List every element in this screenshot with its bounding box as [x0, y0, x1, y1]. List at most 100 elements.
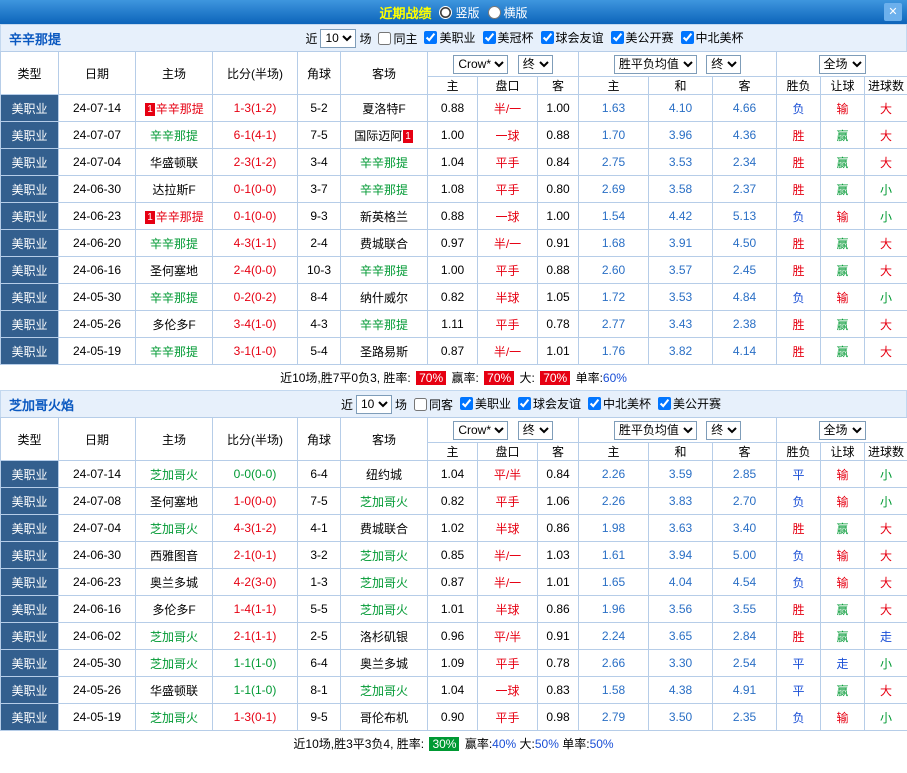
- recent-count-select[interactable]: 10: [320, 29, 356, 48]
- team-link[interactable]: 辛辛那提: [150, 237, 198, 251]
- handicap-cell: 半/一: [478, 542, 538, 569]
- league-checkbox[interactable]: 美公开赛: [611, 29, 674, 46]
- team-link[interactable]: 芝加哥火: [360, 684, 408, 698]
- team-link[interactable]: 芝加哥火: [360, 576, 408, 590]
- team-link[interactable]: 圣路易斯: [360, 345, 408, 359]
- team-link[interactable]: 圣何塞地: [150, 264, 198, 278]
- team-link[interactable]: 辛辛那提: [150, 291, 198, 305]
- home-team-cell: 辛辛那提: [136, 284, 213, 311]
- league-checkbox[interactable]: 美职业: [424, 29, 475, 46]
- team-link[interactable]: 辛辛那提: [156, 210, 204, 224]
- corners-cell: 7-5: [298, 488, 341, 515]
- league-checkbox-input[interactable]: [424, 31, 437, 44]
- league-checkbox-input[interactable]: [483, 31, 496, 44]
- team-link[interactable]: 辛辛那提: [156, 102, 204, 116]
- league-checkbox-input[interactable]: [588, 397, 601, 410]
- result-cell: 胜: [777, 257, 821, 284]
- avg-draw-cell: 3.56: [649, 596, 713, 623]
- away-team-cell: 辛辛那提: [341, 176, 428, 203]
- team-link[interactable]: 华盛顿联: [150, 156, 198, 170]
- team-link[interactable]: 哥伦布机: [360, 711, 408, 725]
- odds-final-select[interactable]: 终: [518, 55, 553, 74]
- team-link[interactable]: 芝加哥火: [150, 630, 198, 644]
- odds-final-select[interactable]: 终: [518, 421, 553, 440]
- league-checkbox[interactable]: 美职业: [460, 395, 511, 412]
- team-link[interactable]: 华盛顿联: [150, 684, 198, 698]
- table-row: 美职业 24-07-14 芝加哥火 0-0(0-0) 6-4 纽约城 1.04 …: [1, 461, 907, 488]
- team-link[interactable]: 辛辛那提: [150, 345, 198, 359]
- avg-home-cell: 1.63: [579, 95, 649, 122]
- team-link[interactable]: 辛辛那提: [360, 318, 408, 332]
- recent-count-select[interactable]: 10: [356, 395, 392, 414]
- team-link[interactable]: 新英格兰: [360, 210, 408, 224]
- league-checkbox[interactable]: 球会友谊: [541, 29, 604, 46]
- team-link[interactable]: 辛辛那提: [360, 264, 408, 278]
- team-link[interactable]: 费城联合: [360, 237, 408, 251]
- handicap-result-cell: 赢: [821, 149, 865, 176]
- team-link[interactable]: 芝加哥火: [150, 711, 198, 725]
- team-link[interactable]: 辛辛那提: [360, 183, 408, 197]
- same-venue-input[interactable]: [378, 32, 391, 45]
- vertical-radio-label: 竖版: [455, 4, 479, 21]
- league-checkbox-label: 球会友谊: [533, 395, 581, 412]
- league-checkbox[interactable]: 球会友谊: [518, 395, 581, 412]
- avg-home-cell: 1.98: [579, 515, 649, 542]
- league-checkbox[interactable]: 中北美杯: [681, 29, 744, 46]
- team-link[interactable]: 芝加哥火: [360, 603, 408, 617]
- league-checkbox[interactable]: 美公开赛: [658, 395, 721, 412]
- home-water-cell: 0.82: [428, 488, 478, 515]
- scope-select[interactable]: 全场: [819, 421, 866, 440]
- team-link[interactable]: 西雅图音: [150, 549, 198, 563]
- team-link[interactable]: 奥兰多城: [360, 657, 408, 671]
- team-link[interactable]: 达拉斯F: [152, 183, 195, 197]
- goals-result-cell: 大: [865, 149, 907, 176]
- vertical-radio-input[interactable]: [439, 6, 452, 19]
- avg-final-select[interactable]: 终: [706, 55, 741, 74]
- corners-cell: 2-5: [298, 623, 341, 650]
- same-venue-checkbox[interactable]: 同主: [378, 30, 417, 47]
- view-horizontal-option[interactable]: 横版: [488, 4, 528, 21]
- team-link[interactable]: 芝加哥火: [150, 522, 198, 536]
- team-link[interactable]: 芝加哥火: [360, 495, 408, 509]
- avg-final-select[interactable]: 终: [706, 421, 741, 440]
- horizontal-radio-input[interactable]: [488, 6, 501, 19]
- league-checkbox-input[interactable]: [681, 31, 694, 44]
- team-link[interactable]: 芝加哥火: [360, 549, 408, 563]
- league-checkbox-input[interactable]: [460, 397, 473, 410]
- team-link[interactable]: 纽约城: [366, 468, 402, 482]
- view-vertical-option[interactable]: 竖版: [439, 4, 479, 21]
- avg-source-select[interactable]: 胜平负均值: [614, 55, 697, 74]
- avg-away-cell: 2.37: [713, 176, 777, 203]
- league-checkbox-input[interactable]: [541, 31, 554, 44]
- avg-source-select[interactable]: 胜平负均值: [614, 421, 697, 440]
- same-venue-input[interactable]: [414, 398, 427, 411]
- home-team-cell: 芝加哥火: [136, 650, 213, 677]
- team-link[interactable]: 奥兰多城: [150, 576, 198, 590]
- team-link[interactable]: 国际迈阿: [354, 129, 402, 143]
- team-link[interactable]: 多伦多F: [152, 318, 195, 332]
- odds-source-select[interactable]: Crow*: [453, 421, 508, 440]
- league-checkbox[interactable]: 美冠杯: [483, 29, 534, 46]
- league-checkbox-input[interactable]: [518, 397, 531, 410]
- date-cell: 24-06-20: [59, 230, 136, 257]
- team-link[interactable]: 辛辛那提: [360, 156, 408, 170]
- team-link[interactable]: 洛杉矶银: [360, 630, 408, 644]
- odds-source-select[interactable]: Crow*: [453, 55, 508, 74]
- team-link[interactable]: 费城联合: [360, 522, 408, 536]
- team-link[interactable]: 多伦多F: [152, 603, 195, 617]
- league-checkbox-input[interactable]: [611, 31, 624, 44]
- team-link[interactable]: 夏洛特F: [362, 102, 405, 116]
- team-link[interactable]: 辛辛那提: [150, 129, 198, 143]
- home-water-cell: 0.87: [428, 569, 478, 596]
- team-link[interactable]: 芝加哥火: [150, 468, 198, 482]
- team-link[interactable]: 纳什威尔: [360, 291, 408, 305]
- league-checkbox-input[interactable]: [658, 397, 671, 410]
- avg-home-cell: 2.77: [579, 311, 649, 338]
- team-link[interactable]: 圣何塞地: [150, 495, 198, 509]
- league-checkbox[interactable]: 中北美杯: [588, 395, 651, 412]
- same-venue-checkbox[interactable]: 同客: [414, 396, 453, 413]
- close-icon[interactable]: ✕: [884, 3, 902, 21]
- scope-select[interactable]: 全场: [819, 55, 866, 74]
- team-link[interactable]: 芝加哥火: [150, 657, 198, 671]
- date-cell: 24-05-19: [59, 704, 136, 731]
